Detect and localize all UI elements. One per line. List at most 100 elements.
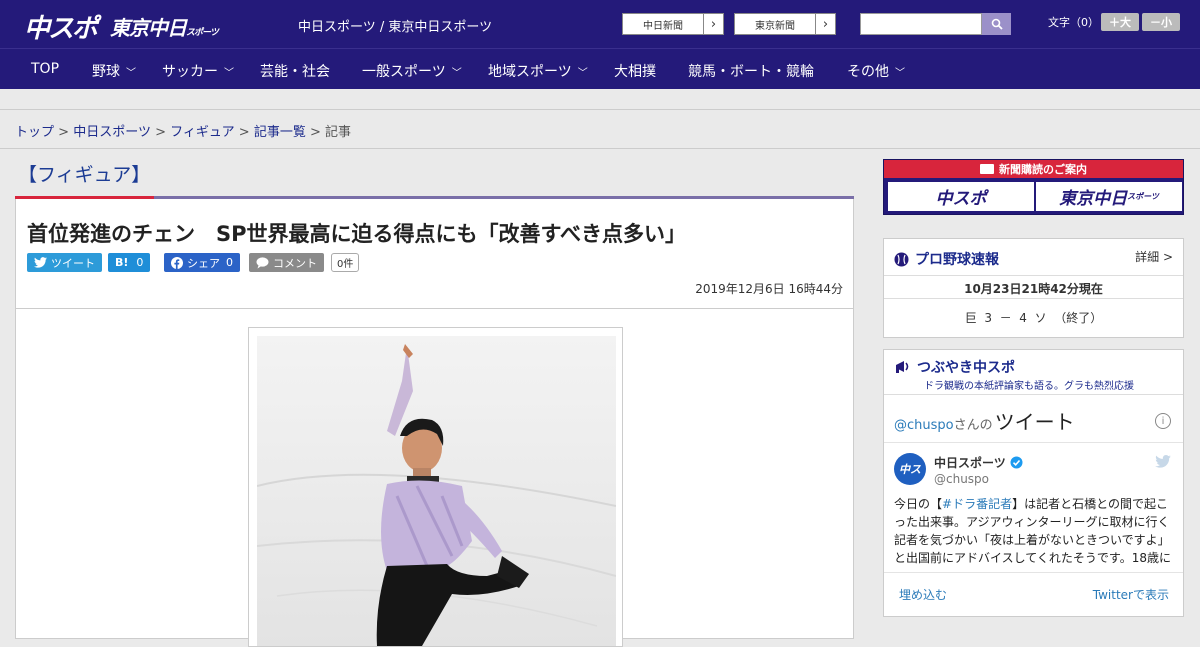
search-icon bbox=[991, 18, 1003, 30]
tokyo-shimbun-button[interactable]: 東京新聞 › bbox=[734, 13, 836, 35]
tokyo-shimbun-label: 東京新聞 bbox=[755, 20, 795, 32]
game-score-text: 巨 3 － 4 ソ （終了） bbox=[964, 311, 1103, 325]
verified-badge-icon bbox=[1010, 456, 1023, 469]
divider bbox=[884, 298, 1183, 299]
baseball-icon bbox=[894, 252, 909, 266]
subscribe-tokyo-chunichi-link[interactable]: 東京中日 スポーツ bbox=[1036, 182, 1182, 211]
breadcrumb-separator: > bbox=[155, 125, 166, 140]
hatena-count: 0 bbox=[136, 256, 144, 269]
chevron-down-icon: ﹀ bbox=[577, 67, 588, 79]
chevron-down-icon: ﹀ bbox=[451, 67, 462, 79]
twitter-timeline-header: @chuspo さんの ツイート bbox=[894, 406, 1075, 435]
baseball-score-panel: プロ野球速報 詳細 > 10月23日21時42分現在 巨 3 － 4 ソ （終了… bbox=[883, 238, 1184, 338]
nav-item-local-sports[interactable]: 地域スポーツ ﹀ bbox=[488, 61, 588, 81]
tokyo-chunichi-logo[interactable]: 東京中日スポーツ bbox=[110, 12, 219, 41]
article-photo[interactable] bbox=[257, 336, 616, 646]
subscription-banner[interactable]: 新聞購読のご案内 中スポ 東京中日 スポーツ bbox=[883, 159, 1184, 215]
font-smaller-button[interactable]: －小 bbox=[1142, 13, 1180, 31]
nav-item-baseball[interactable]: 野球 ﹀ bbox=[92, 61, 136, 81]
nav-item-racing[interactable]: 競馬・ボート・競輪 bbox=[688, 61, 814, 81]
nav-item-sumo[interactable]: 大相撲 bbox=[614, 61, 656, 81]
hatena-bookmark-button[interactable]: B! 0 bbox=[108, 253, 151, 272]
article-headline: 首位発進のチェン SP世界最高に迫る得点にも「改善すべき点多い」 bbox=[27, 222, 687, 246]
nav-item-other[interactable]: その他 ﹀ bbox=[847, 61, 905, 81]
chunichi-shimbun-button[interactable]: 中日新聞 › bbox=[622, 13, 724, 35]
hatena-icon: B! bbox=[115, 256, 129, 269]
embed-link[interactable]: 埋め込む bbox=[899, 586, 947, 603]
comment-count: 0件 bbox=[331, 253, 360, 272]
facebook-share-button[interactable]: シェア 0 bbox=[164, 253, 240, 272]
breadcrumb-separator: > bbox=[58, 125, 70, 140]
nav-spacer bbox=[0, 89, 1200, 110]
tokyo-logo-text: 東京中日 bbox=[110, 16, 187, 40]
breadcrumb: トップ > 中日スポーツ > フィギュア > 記事一覧 > 記事 bbox=[15, 121, 351, 140]
nav-label: 野球 bbox=[92, 64, 120, 80]
comment-label: コメント bbox=[273, 256, 317, 270]
nav-item-entertainment[interactable]: 芸能・社会 bbox=[260, 61, 330, 81]
nav-item-general-sports[interactable]: 一般スポーツ ﹀ bbox=[362, 61, 462, 81]
tokyo-logo-small: スポーツ bbox=[186, 28, 219, 38]
nav-label: 芸能・社会 bbox=[260, 64, 330, 80]
view-on-twitter-link[interactable]: Twitterで表示 bbox=[1093, 586, 1169, 603]
twitter-handle-suffix: さんの bbox=[953, 418, 993, 433]
subscription-head-label: 新聞購読のご案内 bbox=[999, 163, 1087, 176]
article: 首位発進のチェン SP世界最高に迫る得点にも「改善すべき点多い」 ツイート B!… bbox=[15, 199, 854, 647]
nav-item-top[interactable]: TOP bbox=[31, 61, 59, 77]
tweet-text: 今日の【#ドラ番記者】は記者と石橋との間で起こった出来事。アジアウィンターリーグ… bbox=[894, 495, 1174, 567]
facebook-label: シェア bbox=[187, 256, 220, 270]
tweet-text-pre: 今日の【 bbox=[894, 497, 943, 511]
font-size-label: 文字（0） bbox=[1048, 16, 1099, 29]
divider bbox=[884, 275, 1183, 276]
search-button[interactable] bbox=[982, 13, 1011, 35]
hashtag-link[interactable]: #ドラ番記者 bbox=[942, 497, 1012, 511]
subscribe-chuspo-link[interactable]: 中スポ bbox=[888, 182, 1034, 211]
breadcrumb-link-chuspo[interactable]: 中日スポーツ bbox=[73, 125, 151, 140]
tweet-author-handle[interactable]: @chuspo bbox=[934, 472, 989, 486]
nav-label: その他 bbox=[847, 64, 889, 80]
article-photo-frame bbox=[248, 327, 623, 647]
breadcrumb-link-figure[interactable]: フィギュア bbox=[170, 125, 234, 140]
chuspo-logo[interactable]: 中スポ bbox=[24, 8, 98, 45]
nav-label: 一般スポーツ bbox=[362, 64, 446, 80]
newspaper-icon bbox=[980, 164, 994, 174]
divider bbox=[884, 394, 1183, 395]
subscription-head: 新聞購読のご案内 bbox=[884, 160, 1183, 178]
twitter-bird-icon[interactable] bbox=[1155, 455, 1171, 468]
article-date: 2019年12月6日 16時44分 bbox=[695, 282, 843, 296]
tsubuyaki-title-text: つぶやき中スポ bbox=[917, 360, 1015, 376]
nav-label: TOP bbox=[31, 61, 60, 77]
nav-label: 競馬・ボート・競輪 bbox=[688, 64, 814, 80]
twitter-bird-icon bbox=[34, 257, 47, 268]
font-bigger-button[interactable]: ＋大 bbox=[1101, 13, 1139, 31]
tweet-author[interactable]: 中日スポーツ bbox=[934, 454, 1023, 471]
nav-label: サッカー bbox=[162, 64, 218, 80]
tweet-button[interactable]: ツイート bbox=[27, 253, 102, 272]
baseball-detail-link[interactable]: 詳細 > bbox=[1135, 248, 1173, 265]
speech-bubble-icon bbox=[256, 256, 269, 268]
tweet-panel: つぶやき中スポ ドラ観戦の本紙評論家も語る。グラも熱烈応援 @chuspo さん… bbox=[883, 349, 1184, 617]
facebook-icon bbox=[171, 256, 183, 269]
search-input[interactable] bbox=[860, 13, 982, 35]
comment-button[interactable]: コメント bbox=[249, 253, 324, 272]
subscribe-tokyo-label: 東京中日 bbox=[1059, 189, 1128, 209]
info-icon[interactable]: i bbox=[1155, 413, 1171, 429]
breadcrumb-link-articles[interactable]: 記事一覧 bbox=[254, 125, 306, 140]
section-title: 【フィギュア】 bbox=[18, 164, 151, 186]
nav-item-soccer[interactable]: サッカー ﹀ bbox=[162, 61, 234, 81]
site-title[interactable]: 中日スポーツ / 東京中日スポーツ bbox=[298, 16, 492, 35]
twitter-tweets-label: ツイート bbox=[994, 410, 1075, 434]
twitter-handle-link[interactable]: @chuspo bbox=[894, 418, 954, 433]
breadcrumb-separator: > bbox=[309, 125, 321, 140]
nav-label: 地域スポーツ bbox=[488, 64, 572, 80]
chevron-down-icon: ﹀ bbox=[126, 67, 136, 79]
tweet-author-name: 中日スポーツ bbox=[934, 456, 1006, 470]
avatar[interactable]: 中ス bbox=[894, 453, 926, 485]
divider bbox=[16, 308, 853, 309]
megaphone-icon bbox=[896, 361, 909, 373]
breadcrumb-link-top[interactable]: トップ bbox=[15, 125, 54, 140]
baseball-panel-title: プロ野球速報 bbox=[894, 249, 999, 269]
breadcrumb-current: 記事 bbox=[325, 125, 352, 140]
game-score[interactable]: 巨 3 － 4 ソ （終了） bbox=[884, 309, 1183, 326]
divider bbox=[884, 442, 1183, 443]
baseball-updated: 10月23日21時42分現在 bbox=[964, 282, 1103, 296]
